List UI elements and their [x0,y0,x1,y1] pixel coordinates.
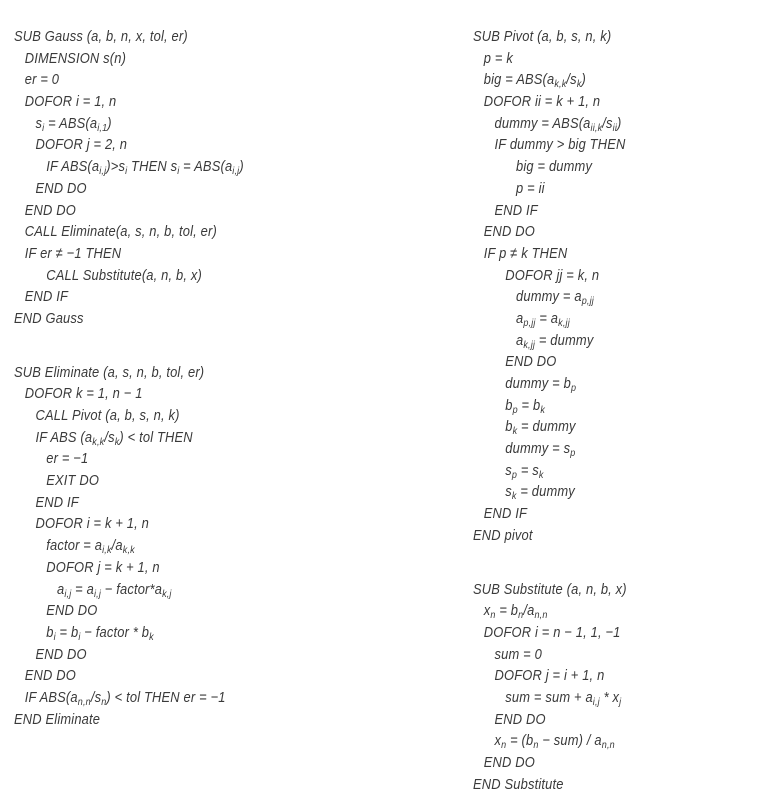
code-line: END DO [35,645,87,663]
code-line: DOFOR i = k + 1, n [35,515,150,533]
code-line: CALL Substitute(a, n, b, x) [46,266,202,284]
code-line: DOFOR i = 1, n [24,93,117,111]
sub-header-line: SUB Gauss (a, b, n, x, tol, er) [14,28,188,45]
code-line: ai,j = ai,j − factor*ak,j [57,580,172,600]
code-line: END IF [35,493,79,511]
code-line: IF dummy > big THEN [494,136,626,154]
code-line: DIMENSION s(n) [24,49,127,67]
code-line: IF ABS(an,n/sn) < tol THEN er = −1 [24,688,226,708]
code-line: bk = dummy [505,418,576,438]
code-line: DOFOR ii = k + 1, n [483,93,601,111]
code-line: IF ABS (ak,k/sk) < tol THEN [35,428,193,448]
code-line: DOFOR j = 2, n [35,136,128,154]
code-line: sk = dummy [505,483,575,503]
code-line: END IF [494,201,538,219]
sub-end-line: END Substitute [473,775,564,793]
sub-gauss-block: SUB Gauss (a, b, n, x, tol, er) DIMENSION… [14,26,281,330]
code-line: END DO [24,667,76,685]
right-column: SUB Pivot (a, b, s, n, k) p = k big = ABS(… [473,26,652,795]
sub-end-line: END pivot [473,526,533,544]
code-line: bi = bi − factor * bk [46,623,154,643]
code-line: IF p ≠ k THEN [483,244,568,262]
code-line: DOFOR i = n − 1, 1, −1 [483,623,621,641]
left-column: SUB Gauss (a, b, n, x, tol, er) DIMENSION… [14,26,281,730]
code-line: END DO [505,353,557,371]
code-line: END IF [24,288,69,306]
code-line: dummy = bp [505,375,577,394]
code-line: CALL Pivot (a, b, s, n, k) [35,407,180,424]
code-line: DOFOR j = k + 1, n [46,558,160,576]
sub-substitute-block: SUB Substitute (a, n, b, x) xn = bn/an,n D… [473,579,652,796]
code-line: DOFOR k = 1, n − 1 [24,385,143,403]
code-line: END DO [483,223,535,241]
code-line: er = −1 [46,450,89,468]
code-line: IF er ≠ −1 THEN [24,244,122,262]
sub-end-line: END Gauss [14,309,84,327]
code-line: xn = bn/an,n [483,602,548,622]
code-line: dummy = ap,jj [516,288,594,308]
sub-eliminate-block: SUB Eliminate (a, s, n, b, tol, er) DOFOR… [14,362,281,731]
code-line: dummy = sp [505,440,576,460]
code-line: ap,jj = ak,jj [516,309,570,329]
code-line: sp = sk [505,461,544,481]
code-line: END DO [35,179,87,197]
sub-pivot-block: SUB Pivot (a, b, s, n, k) p = k big = ABS(… [473,26,652,547]
code-line: EXIT DO [46,472,100,490]
code-line: sum = 0 [494,645,542,663]
code-line: DOFOR j = i + 1, n [494,667,605,685]
code-line: END DO [24,201,76,219]
code-line: p = k [483,49,513,67]
code-line: si = ABS(ai,1) [35,114,112,134]
code-line: END DO [46,602,98,620]
code-line: DOFOR jj = k, n [505,266,600,284]
code-line: er = 0 [24,71,60,89]
code-line: p = ii [516,179,545,197]
sub-header-line: SUB Eliminate (a, s, n, b, tol, er) [14,363,205,381]
code-line: bp = bk [505,396,546,416]
code-line: dummy = ABS(aii,k/sii) [494,114,622,134]
code-line: big = dummy [516,158,593,176]
sub-header-line: SUB Pivot (a, b, s, n, k) [473,28,612,45]
code-line: END DO [483,754,535,771]
sub-header-line: SUB Substitute (a, n, b, x) [473,580,627,598]
code-line: CALL Eliminate(a, s, n, b, tol, er) [24,223,217,241]
sub-end-line: END Eliminate [14,710,101,728]
code-line: ak,jj = dummy [516,331,594,351]
code-line: IF ABS(ai,j)>si THEN si = ABS(ai,j) [46,158,244,178]
code-line: xn = (bn − sum) / an,n [494,732,615,752]
code-line: big = ABS(ak,k/sk) [483,71,586,91]
code-line: sum = sum + ai,j * xj [505,688,622,708]
code-line: END IF [483,505,528,523]
code-line: factor = ai,k/ak,k [46,537,135,557]
code-line: END DO [494,710,546,728]
